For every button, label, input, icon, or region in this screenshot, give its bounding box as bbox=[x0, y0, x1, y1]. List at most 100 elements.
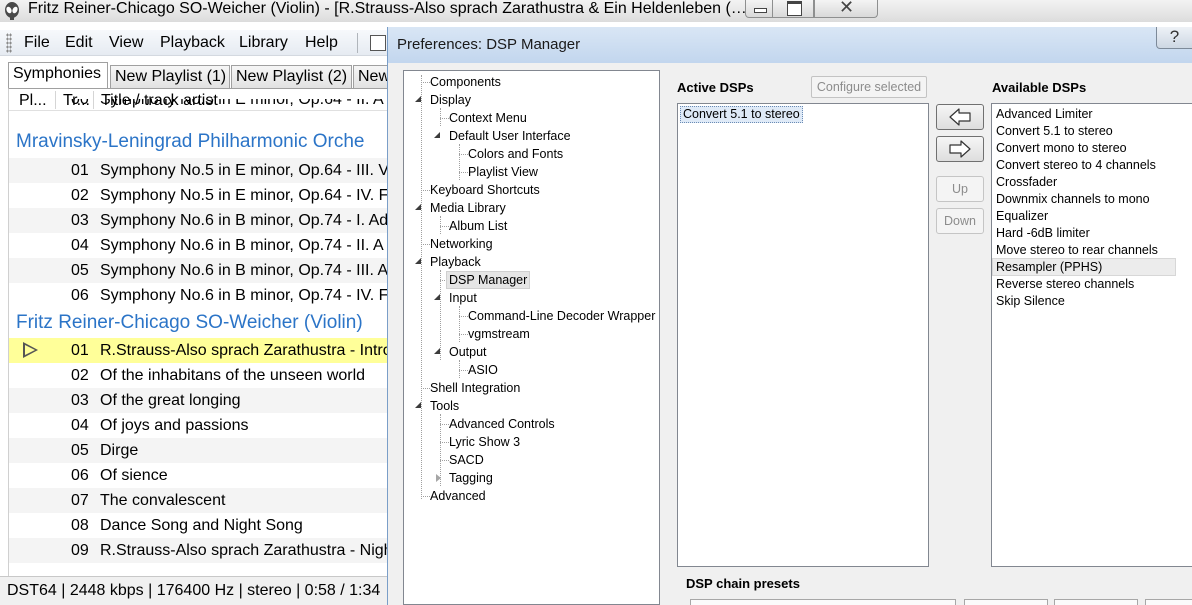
configure-selected-button[interactable]: Configure selected bbox=[811, 76, 927, 98]
available-dsp-item[interactable]: Move stereo to rear channels bbox=[996, 242, 1158, 258]
collapse-icon[interactable] bbox=[415, 258, 421, 264]
minimize-button[interactable] bbox=[745, 0, 773, 18]
preset-button[interactable] bbox=[1145, 599, 1192, 605]
close-button[interactable]: ✕ bbox=[814, 0, 878, 18]
tree-item-keyboard-shortcuts[interactable]: Keyboard Shortcuts bbox=[430, 182, 540, 198]
tree-item-components[interactable]: Components bbox=[430, 74, 501, 90]
tree-item-lyric-show-3[interactable]: Lyric Show 3 bbox=[449, 434, 520, 450]
menu-playback[interactable]: Playback bbox=[160, 34, 225, 52]
available-dsp-item[interactable]: Crossfader bbox=[996, 174, 1057, 190]
tab-new-playlist-2[interactable]: New Playlist (2) bbox=[231, 65, 352, 88]
list-item-partial[interactable] bbox=[9, 563, 390, 576]
tree-item-playlist-view[interactable]: Playlist View bbox=[468, 164, 538, 180]
toolbar-checkbox[interactable] bbox=[370, 35, 386, 51]
tree-connector bbox=[440, 216, 441, 234]
list-item[interactable]: 01 Symphony No.5 in E minor, Op.64 - III… bbox=[9, 158, 390, 183]
tree-item-output[interactable]: Output bbox=[449, 344, 487, 360]
tree-item-asio[interactable]: ASIO bbox=[468, 362, 498, 378]
list-item[interactable]: 07 The convalescent bbox=[9, 488, 390, 513]
move-up-button[interactable]: Up bbox=[936, 176, 984, 202]
available-dsp-item[interactable]: Convert mono to stereo bbox=[996, 140, 1127, 156]
available-dsp-item[interactable]: Convert 5.1 to stereo bbox=[996, 123, 1113, 139]
list-item[interactable]: 02 Of the inhabitans of the unseen world bbox=[9, 363, 390, 388]
preset-button[interactable] bbox=[964, 599, 1048, 605]
window-title: Fritz Reiner-Chicago SO-Weicher (Violin)… bbox=[28, 0, 747, 17]
available-dsp-item[interactable]: Reverse stereo channels bbox=[996, 276, 1134, 292]
tree-item-vgmstream[interactable]: vgmstream bbox=[468, 326, 530, 342]
tree-item-album-list[interactable]: Album List bbox=[449, 218, 507, 234]
collapse-icon[interactable] bbox=[415, 204, 421, 210]
tree-item-input[interactable]: Input bbox=[449, 290, 477, 306]
dsp-chain-presets-label: DSP chain presets bbox=[686, 576, 800, 591]
active-dsp-item[interactable]: Convert 5.1 to stereo bbox=[680, 106, 803, 123]
menu-file[interactable]: File bbox=[24, 34, 50, 52]
tree-connector bbox=[459, 370, 468, 371]
tree-item-dsp-manager[interactable]: DSP Manager bbox=[445, 271, 531, 289]
main-titlebar[interactable]: Fritz Reiner-Chicago SO-Weicher (Violin)… bbox=[0, 0, 1192, 22]
list-item[interactable]: 05 Symphony No.6 in B minor, Op.74 - III… bbox=[9, 258, 390, 283]
add-dsp-button[interactable] bbox=[936, 104, 984, 130]
tree-item-advanced[interactable]: Advanced bbox=[430, 488, 486, 504]
available-dsp-item[interactable]: Skip Silence bbox=[996, 293, 1065, 309]
tree-item-media-library[interactable]: Media Library bbox=[430, 200, 506, 216]
tree-item-playback[interactable]: Playback bbox=[430, 254, 481, 270]
move-down-button[interactable]: Down bbox=[936, 208, 984, 234]
tab-symphonies[interactable]: Symphonies bbox=[8, 62, 108, 89]
available-dsp-item[interactable]: Downmix channels to mono bbox=[996, 191, 1150, 207]
list-item[interactable]: 06 Symphony No.6 in B minor, Op.74 - IV.… bbox=[9, 283, 390, 308]
collapse-icon[interactable] bbox=[434, 294, 440, 300]
active-dsp-list[interactable]: Convert 5.1 to stereo bbox=[677, 103, 929, 567]
now-playing-row[interactable]: 01 R.Strauss-Also sprach Zarathustra - I… bbox=[9, 338, 390, 363]
tree-item-tools[interactable]: Tools bbox=[430, 398, 459, 414]
available-dsp-item[interactable]: Advanced Limiter bbox=[996, 106, 1093, 122]
menu-view[interactable]: View bbox=[109, 34, 143, 52]
available-dsp-list[interactable]: Advanced Limiter Convert 5.1 to stereo C… bbox=[991, 103, 1192, 567]
list-item[interactable]: 08 Dance Song and Night Song bbox=[9, 513, 390, 538]
maximize-button[interactable] bbox=[772, 0, 814, 18]
list-item[interactable]: 05 Dirge bbox=[9, 438, 390, 463]
dialog-titlebar[interactable]: Preferences: DSP Manager ? bbox=[388, 27, 1192, 63]
menu-edit[interactable]: Edit bbox=[65, 34, 93, 52]
expand-icon[interactable] bbox=[436, 474, 441, 482]
preferences-tree[interactable]: Components Display Context Menu Default … bbox=[403, 70, 660, 605]
list-item[interactable]: 04 Of joys and passions bbox=[9, 413, 390, 438]
list-item[interactable]: 09 R.Strauss-Also sprach Zarathustra - N… bbox=[9, 538, 390, 563]
status-text: DST64 | 2448 kbps | 176400 Hz | stereo |… bbox=[7, 582, 381, 599]
available-dsp-item[interactable]: Equalizer bbox=[996, 208, 1048, 224]
tree-item-networking[interactable]: Networking bbox=[430, 236, 493, 252]
tree-connector bbox=[421, 388, 430, 389]
available-dsp-item[interactable]: Convert stereo to 4 channels bbox=[996, 157, 1156, 173]
list-item[interactable]: 04 Symphony No.6 in B minor, Op.74 - II.… bbox=[9, 233, 390, 258]
list-item[interactable]: 06 Of sience bbox=[9, 463, 390, 488]
tree-connector bbox=[459, 360, 460, 378]
list-item[interactable]: 00 Symphony No.5 in E minor, Op.64 - II.… bbox=[9, 99, 390, 113]
tree-connector bbox=[421, 190, 430, 191]
collapse-icon[interactable] bbox=[434, 132, 440, 138]
collapse-icon[interactable] bbox=[434, 348, 440, 354]
tree-item-command-line-decoder-wrapper[interactable]: Command-Line Decoder Wrapper bbox=[468, 308, 655, 324]
available-dsp-item[interactable]: Hard -6dB limiter bbox=[996, 225, 1090, 241]
help-button[interactable]: ? bbox=[1156, 27, 1192, 49]
list-item[interactable]: 03 Symphony No.6 in B minor, Op.74 - I. … bbox=[9, 208, 390, 233]
tree-item-context-menu[interactable]: Context Menu bbox=[449, 110, 527, 126]
remove-dsp-button[interactable] bbox=[936, 136, 984, 162]
tree-item-shell-integration[interactable]: Shell Integration bbox=[430, 380, 520, 396]
tree-item-colors-and-fonts[interactable]: Colors and Fonts bbox=[468, 146, 563, 162]
preset-name-input[interactable] bbox=[690, 599, 956, 605]
menu-library[interactable]: Library bbox=[239, 34, 288, 52]
tab-new-playlist-1[interactable]: New Playlist (1) bbox=[110, 65, 230, 88]
collapse-icon[interactable] bbox=[415, 402, 421, 408]
toolbar-grip[interactable] bbox=[6, 33, 12, 53]
tree-item-default-user-interface[interactable]: Default User Interface bbox=[449, 128, 571, 144]
tree-item-advanced-controls[interactable]: Advanced Controls bbox=[449, 416, 555, 432]
menu-help[interactable]: Help bbox=[305, 34, 338, 52]
playlist-view[interactable]: Pl... Tr... Title / track artist 00 Symp… bbox=[8, 88, 390, 576]
preset-button[interactable] bbox=[1054, 599, 1138, 605]
list-item[interactable]: 02 Symphony No.5 in E minor, Op.64 - IV.… bbox=[9, 183, 390, 208]
list-item[interactable]: 03 Of the great longing bbox=[9, 388, 390, 413]
tree-item-sacd[interactable]: SACD bbox=[449, 452, 484, 468]
tree-item-tagging[interactable]: Tagging bbox=[449, 470, 493, 486]
available-dsp-item-selected[interactable]: Resampler (PPHS) bbox=[992, 258, 1176, 276]
collapse-icon[interactable] bbox=[415, 96, 421, 102]
tree-item-display[interactable]: Display bbox=[430, 92, 471, 108]
